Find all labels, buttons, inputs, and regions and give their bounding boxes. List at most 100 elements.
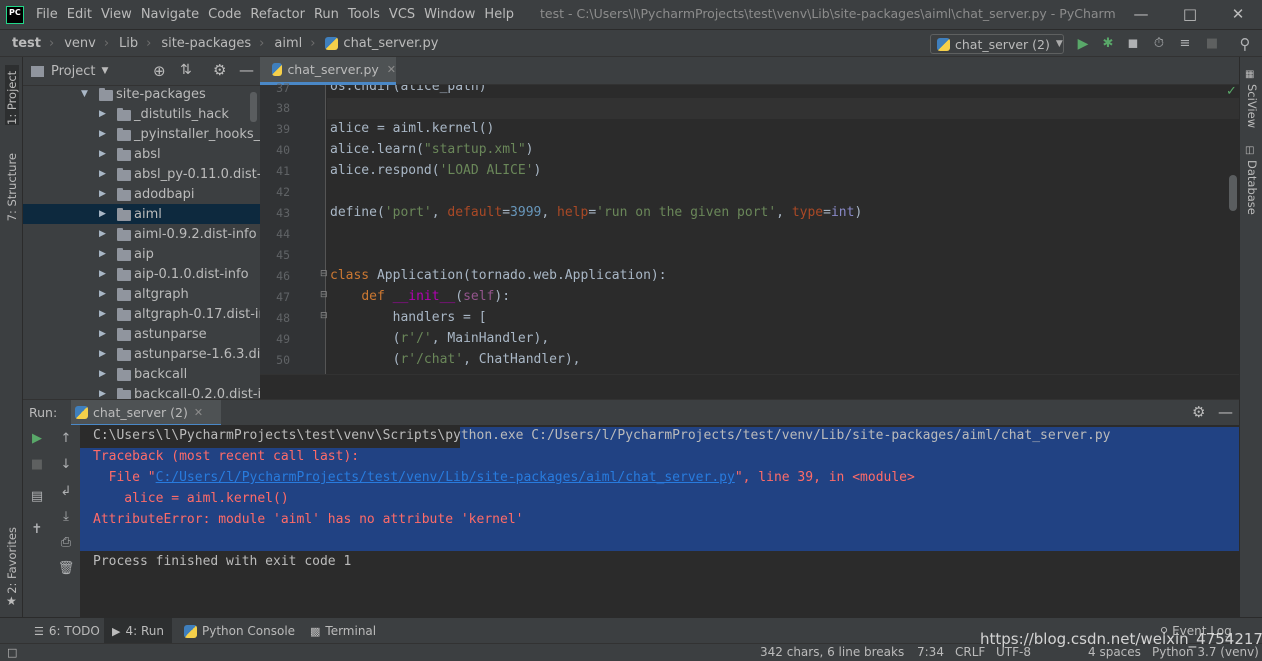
collapsed-arrow-icon[interactable]: ▶: [99, 369, 106, 379]
tree-node[interactable]: ▶ adodbapi: [23, 184, 260, 204]
rerun-icon[interactable]: ▶: [28, 430, 46, 448]
tab-sciview[interactable]: SciView: [1245, 84, 1259, 128]
tree-node[interactable]: ▶ _distutils_hack: [23, 104, 260, 124]
tab-project[interactable]: 1: Project: [5, 65, 19, 125]
collapsed-arrow-icon[interactable]: ▶: [99, 349, 106, 359]
tree-node[interactable]: ▶ absl: [23, 144, 260, 164]
close-tab-icon[interactable]: ✕: [387, 63, 396, 76]
print-icon[interactable]: ⎙: [57, 534, 75, 552]
menu-view[interactable]: View: [101, 7, 132, 22]
collapsed-arrow-icon[interactable]: ▶: [99, 289, 106, 299]
breadcrumb-aiml[interactable]: aiml: [274, 36, 302, 51]
down-arrow-icon[interactable]: ↓: [57, 456, 75, 474]
breadcrumb-lib[interactable]: Lib: [119, 36, 138, 51]
collapse-all-icon[interactable]: ⇅: [180, 62, 192, 78]
tree-node[interactable]: ▶ aiml-0.9.2.dist-info: [23, 224, 260, 244]
collapsed-arrow-icon[interactable]: ▶: [99, 209, 106, 219]
collapsed-arrow-icon[interactable]: ▶: [99, 229, 106, 239]
line-number: 41: [276, 164, 290, 178]
tree-node[interactable]: ▶ backcall-0.2.0.dist-info: [23, 384, 260, 399]
coverage-icon[interactable]: ◼: [1124, 35, 1142, 53]
status-position[interactable]: 7:34: [917, 644, 944, 661]
collapsed-arrow-icon[interactable]: ▶: [99, 249, 106, 259]
collapsed-arrow-icon[interactable]: ▶: [99, 149, 106, 159]
concurrency-icon[interactable]: ≡: [1176, 35, 1194, 53]
tree-node-selected[interactable]: ▶ aiml: [23, 204, 260, 224]
pin-icon[interactable]: ✝: [28, 521, 46, 539]
collapsed-arrow-icon[interactable]: ▶: [99, 329, 106, 339]
layout-icon[interactable]: ▤: [28, 488, 46, 506]
menu-vcs[interactable]: VCS: [389, 7, 415, 22]
hide-icon[interactable]: —: [239, 61, 254, 79]
tree-node[interactable]: ▶ altgraph-0.17.dist-info: [23, 304, 260, 324]
expanded-arrow-icon[interactable]: ▼: [81, 89, 88, 99]
tree-node[interactable]: ▶ _pyinstaller_hooks_con: [23, 124, 260, 144]
run-tab-chat-server[interactable]: chat_server (2) ✕: [71, 400, 221, 426]
close-tab-icon[interactable]: ✕: [194, 406, 203, 419]
tree-node[interactable]: ▶ astunparse: [23, 324, 260, 344]
hide-icon[interactable]: —: [1218, 403, 1233, 421]
menu-tools[interactable]: Tools: [348, 7, 380, 22]
tree-node[interactable]: ▶ backcall: [23, 364, 260, 384]
menu-code[interactable]: Code: [208, 7, 241, 22]
project-panel-title[interactable]: Project: [51, 64, 95, 79]
console-code-line: alice = aiml.kernel(): [93, 491, 289, 506]
collapsed-arrow-icon[interactable]: ▶: [99, 269, 106, 279]
tab-structure[interactable]: 7: Structure: [5, 153, 19, 221]
stop-icon[interactable]: ■: [1203, 35, 1221, 53]
run-console[interactable]: C:\Users\l\PycharmProjects\test\venv\Scr…: [80, 425, 1239, 617]
locate-icon[interactable]: ⊕: [153, 62, 166, 80]
search-icon[interactable]: ⚲: [1236, 35, 1254, 53]
project-scrollbar[interactable]: [250, 92, 257, 122]
menu-help[interactable]: Help: [484, 7, 514, 22]
editor-scrollbar[interactable]: [1229, 175, 1237, 211]
tab-terminal[interactable]: ▩ Terminal: [310, 618, 376, 644]
breadcrumb-chat-server[interactable]: chat_server.py: [325, 36, 438, 51]
menu-run[interactable]: Run: [314, 7, 339, 22]
collapsed-arrow-icon[interactable]: ▶: [99, 129, 106, 139]
stop-icon[interactable]: ■: [28, 456, 46, 474]
soft-wrap-icon[interactable]: ↲: [57, 483, 75, 501]
menu-window[interactable]: Window: [424, 7, 475, 22]
tree-node[interactable]: ▶ aip: [23, 244, 260, 264]
collapsed-arrow-icon[interactable]: ▶: [99, 169, 106, 179]
tree-node[interactable]: ▶ aip-0.1.0.dist-info: [23, 264, 260, 284]
up-arrow-icon[interactable]: ↑: [57, 430, 75, 448]
minimize-icon[interactable]: —: [1131, 4, 1151, 24]
maximize-icon[interactable]: □: [1180, 4, 1200, 24]
console-file-link[interactable]: C:/Users/l/PycharmProjects/test/venv/Lib…: [156, 470, 735, 485]
tab-favorites[interactable]: 2: Favorites: [5, 527, 19, 594]
run-configuration-select[interactable]: chat_server (2) ▼: [930, 34, 1064, 54]
tree-node[interactable]: ▶ astunparse-1.6.3.dist-: [23, 344, 260, 364]
collapsed-arrow-icon[interactable]: ▶: [99, 109, 106, 119]
breadcrumb-venv[interactable]: venv: [64, 36, 96, 51]
tree-node[interactable]: ▼ site-packages: [23, 86, 260, 104]
tree-node[interactable]: ▶ absl_py-0.11.0.dist-info: [23, 164, 260, 184]
trash-icon[interactable]: 🗑: [57, 560, 75, 578]
tab-python-console[interactable]: Python Console: [184, 618, 295, 644]
breadcrumb-site-packages[interactable]: site-packages: [161, 36, 251, 51]
chevron-down-icon[interactable]: ▼: [101, 66, 108, 76]
collapsed-arrow-icon[interactable]: ▶: [99, 389, 106, 399]
toggle-panels-icon[interactable]: □: [7, 644, 17, 661]
gear-icon[interactable]: ⚙: [1192, 403, 1205, 421]
scroll-to-end-icon[interactable]: ⤓: [57, 508, 75, 526]
tab-todo[interactable]: ☰ 6: TODO: [34, 618, 100, 644]
code-editor[interactable]: os.chdir(alice_path) alice = aiml.kernel…: [327, 85, 1239, 374]
tree-node[interactable]: ▶ altgraph: [23, 284, 260, 304]
breadcrumb-test[interactable]: test: [12, 36, 41, 51]
menu-file[interactable]: File: [36, 7, 58, 22]
tab-run[interactable]: ▶ 4: Run: [104, 618, 172, 644]
menu-refactor[interactable]: Refactor: [250, 7, 305, 22]
collapsed-arrow-icon[interactable]: ▶: [99, 189, 106, 199]
tab-database[interactable]: Database: [1245, 160, 1259, 215]
gear-icon[interactable]: ⚙: [213, 61, 226, 79]
close-icon[interactable]: ✕: [1228, 4, 1248, 24]
inspection-ok-icon[interactable]: ✓: [1226, 84, 1237, 99]
profile-icon[interactable]: ⏱: [1150, 35, 1168, 53]
menu-navigate[interactable]: Navigate: [141, 7, 199, 22]
menu-edit[interactable]: Edit: [67, 7, 92, 22]
debug-icon[interactable]: ✱: [1099, 35, 1117, 53]
collapsed-arrow-icon[interactable]: ▶: [99, 309, 106, 319]
run-icon[interactable]: ▶: [1074, 35, 1092, 53]
